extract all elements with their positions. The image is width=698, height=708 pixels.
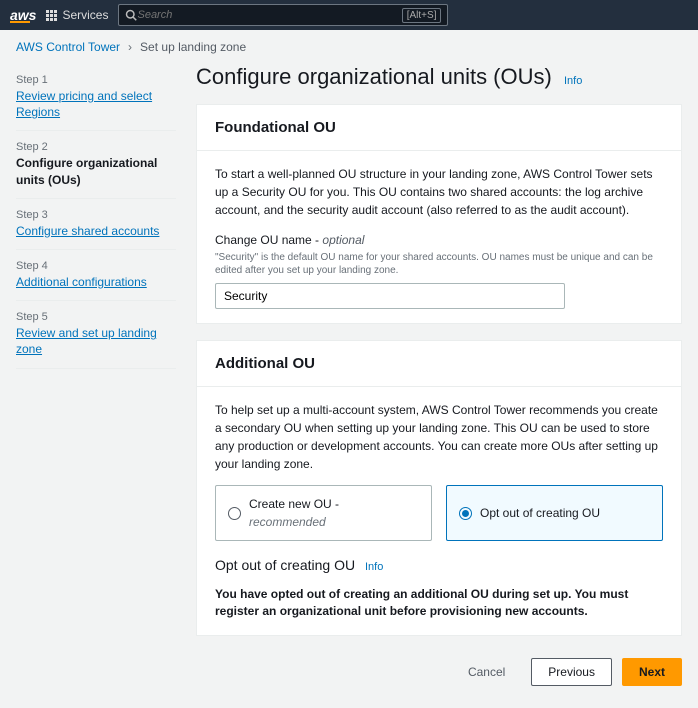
step-num: Step 4 [16, 260, 176, 272]
search-wrap[interactable]: [Alt+S] [118, 4, 448, 26]
radio-create-ou[interactable]: Create new OU - recommended [215, 485, 432, 541]
step-num: Step 2 [16, 141, 176, 153]
ou-name-input[interactable] [215, 283, 565, 309]
step-link[interactable]: Configure shared accounts [16, 224, 159, 238]
aws-logo[interactable]: aws [10, 7, 36, 23]
optout-heading: Opt out of creating OU Info [215, 555, 663, 576]
foundational-heading: Foundational OU [215, 119, 663, 136]
radio-opt-out[interactable]: Opt out of creating OU [446, 485, 663, 541]
page-title: Configure organizational units (OUs) Inf… [196, 64, 682, 90]
breadcrumb-current: Set up landing zone [140, 40, 246, 54]
info-link[interactable]: Info [564, 75, 582, 87]
sidebar-step-2: Step 2 Configure organizational units (O… [16, 131, 176, 198]
search-icon [125, 9, 137, 21]
breadcrumb: AWS Control Tower › Set up landing zone [0, 30, 698, 64]
step-link[interactable]: Additional configurations [16, 275, 147, 289]
foundational-desc: To start a well-planned OU structure in … [215, 165, 663, 219]
breadcrumb-root[interactable]: AWS Control Tower [16, 40, 120, 54]
ou-name-label: Change OU name - optional [215, 231, 663, 249]
services-button[interactable]: Services [46, 8, 108, 22]
top-nav: aws Services [Alt+S] [0, 0, 698, 30]
radio-icon [459, 507, 472, 520]
additional-desc: To help set up a multi-account system, A… [215, 401, 663, 473]
ou-name-hint: "Security" is the default OU name for yo… [215, 251, 663, 277]
step-num: Step 5 [16, 311, 176, 323]
sidebar-step-1[interactable]: Step 1 Review pricing and select Regions [16, 64, 176, 131]
grid-icon [46, 10, 57, 21]
foundational-ou-panel: Foundational OU To start a well-planned … [196, 104, 682, 324]
step-num: Step 1 [16, 74, 176, 86]
main-content: Configure organizational units (OUs) Inf… [196, 64, 682, 692]
step-num: Step 3 [16, 209, 176, 221]
cancel-button[interactable]: Cancel [452, 659, 521, 685]
optout-note: You have opted out of creating an additi… [215, 586, 663, 621]
search-input[interactable] [137, 9, 401, 21]
step-link[interactable]: Review and set up landing zone [16, 326, 157, 356]
wizard-footer: Cancel Previous Next [196, 652, 682, 692]
radio-icon [228, 507, 241, 520]
additional-heading: Additional OU [215, 355, 663, 372]
additional-ou-panel: Additional OU To help set up a multi-acc… [196, 340, 682, 636]
chevron-right-icon: › [128, 40, 132, 54]
step-link[interactable]: Review pricing and select Regions [16, 89, 152, 119]
sidebar-step-5[interactable]: Step 5 Review and set up landing zone [16, 301, 176, 368]
next-button[interactable]: Next [622, 658, 682, 686]
wizard-sidebar: Step 1 Review pricing and select Regions… [16, 64, 176, 369]
search-shortcut: [Alt+S] [402, 8, 442, 23]
services-label: Services [62, 8, 108, 22]
info-link[interactable]: Info [365, 561, 383, 573]
sidebar-step-4[interactable]: Step 4 Additional configurations [16, 250, 176, 301]
step-title: Configure organizational units (OUs) [16, 155, 176, 187]
previous-button[interactable]: Previous [531, 658, 612, 686]
sidebar-step-3[interactable]: Step 3 Configure shared accounts [16, 199, 176, 250]
